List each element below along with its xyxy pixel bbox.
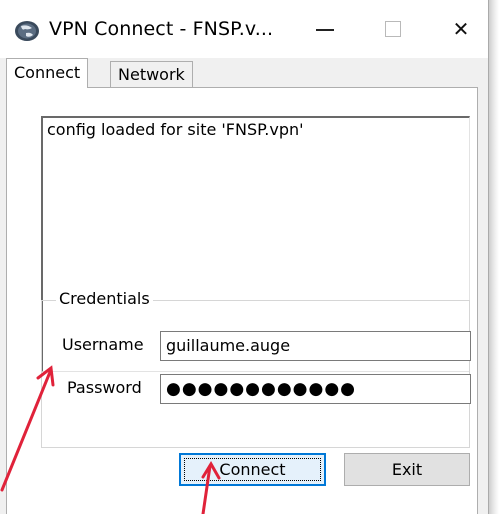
maximize-button[interactable] [363, 0, 423, 58]
tab-network[interactable]: Network [110, 61, 193, 88]
username-field[interactable]: guillaume.auge [160, 331, 471, 361]
close-button[interactable]: ✕ [431, 0, 488, 58]
connect-button[interactable]: Connect [179, 453, 326, 486]
title-bar: VPN Connect - FNSP.v... ✕ [0, 0, 488, 58]
globe-icon [15, 21, 39, 41]
exit-button-label: Exit [391, 460, 423, 479]
connect-button-label: Connect [219, 460, 286, 479]
maximize-icon [385, 21, 401, 37]
window-shadow [488, 0, 499, 514]
exit-button[interactable]: Exit [344, 453, 470, 486]
username-label: Username [62, 335, 144, 354]
connect-tab-panel: config loaded for site 'FNSP.vpn' Creden… [6, 87, 478, 514]
vpn-connect-window: VPN Connect - FNSP.v... ✕ Connect Networ… [0, 0, 489, 514]
tab-connect[interactable]: Connect [6, 58, 89, 88]
minimize-button[interactable] [295, 0, 355, 58]
tab-strip: Connect Network [0, 58, 488, 88]
log-text: config loaded for site 'FNSP.vpn' [47, 120, 304, 139]
password-label: Password [67, 378, 142, 397]
credentials-legend: Credentials [56, 289, 153, 308]
close-icon: ✕ [452, 17, 470, 41]
password-field[interactable]: ●●●●●●●●●●●● [160, 374, 471, 404]
window-title: VPN Connect - FNSP.v... [49, 18, 274, 40]
minimize-icon [316, 29, 334, 31]
